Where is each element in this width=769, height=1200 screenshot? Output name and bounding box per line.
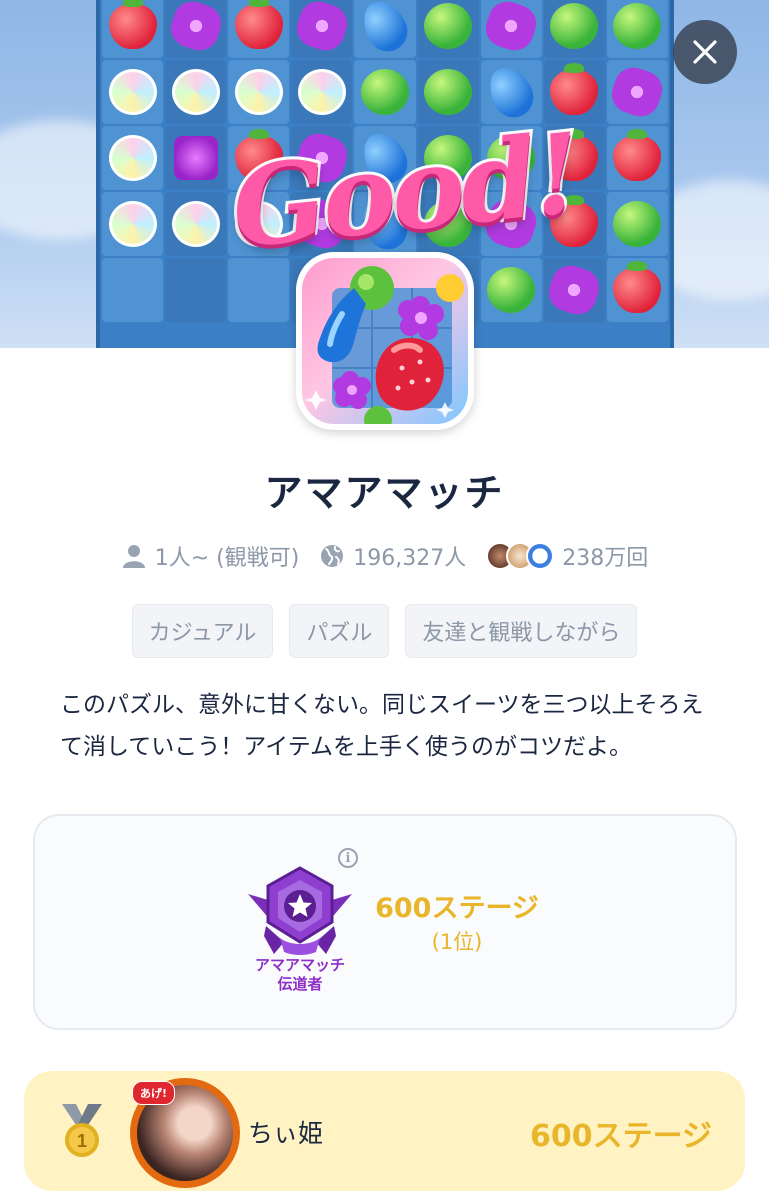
badge-label-line2: 伝道者 <box>277 975 323 993</box>
swirl-candy-icon <box>297 69 346 115</box>
purple-star-shield-icon <box>248 866 352 955</box>
tag-chip[interactable]: パズル <box>289 604 390 658</box>
bean-candy-icon <box>355 0 415 59</box>
board-cell <box>417 0 479 58</box>
person-icon <box>122 545 145 568</box>
candy-app-icon <box>302 258 468 424</box>
straw-candy-icon <box>550 63 599 115</box>
swirl-candy-icon <box>108 201 157 247</box>
board-cell <box>606 258 668 322</box>
lime-candy-icon <box>360 69 409 115</box>
board-cell <box>606 192 668 256</box>
board-cell <box>165 126 227 190</box>
tag-chip[interactable]: カジュアル <box>131 604 274 658</box>
board-cell <box>543 0 605 58</box>
flower-candy-icon <box>481 0 542 56</box>
plays-text: 238万回 <box>562 546 649 571</box>
board-cell <box>102 192 164 256</box>
board-cell <box>291 0 353 58</box>
flower-candy-icon <box>544 260 605 320</box>
badge-label: アマアマッチ 伝道者 <box>226 956 374 994</box>
users-info: 196,327人 <box>319 540 466 572</box>
board-cell <box>480 0 542 58</box>
app-icon <box>296 252 474 430</box>
board-cell <box>165 60 227 124</box>
avatar-badge: あげ! <box>132 1081 176 1105</box>
players-info: 1人~ (観戦可) <box>121 540 300 572</box>
medal-rank-number: 1 <box>77 1131 87 1151</box>
lime-candy-icon <box>613 201 662 247</box>
swirl-candy-icon <box>171 201 220 247</box>
gold-medal-1-icon: 1 <box>62 1104 102 1157</box>
game-meta-row: 1人~ (観戦可) 196,327人 238万回 <box>0 536 769 576</box>
players-text: 1人~ (観戦可) <box>154 546 300 571</box>
lime-candy-icon <box>424 3 473 49</box>
board-cell <box>606 60 668 124</box>
lime-candy-icon <box>424 69 473 115</box>
lime-candy-icon <box>550 3 599 49</box>
badge-label-line1: アマアマッチ <box>254 956 345 974</box>
close-icon <box>693 40 717 64</box>
board-cell <box>543 258 605 322</box>
board-cell <box>228 0 290 58</box>
board-cell <box>606 0 668 58</box>
straw-candy-icon <box>108 0 157 49</box>
board-cell <box>165 0 227 58</box>
lime-candy-icon <box>487 267 536 313</box>
board-cell <box>102 258 164 322</box>
swirl-candy-icon <box>234 69 283 115</box>
tag-chip[interactable]: 友達と観戦しながら <box>405 604 638 658</box>
globe-icon <box>321 545 344 567</box>
board-cell <box>354 60 416 124</box>
player-score: 600ステージ <box>529 1119 712 1154</box>
swirl-candy-icon <box>108 135 157 181</box>
users-text: 196,327人 <box>353 546 467 571</box>
board-cell <box>165 192 227 256</box>
board-cell <box>102 126 164 190</box>
flower-candy-icon <box>165 0 226 56</box>
flower-candy-icon <box>291 0 352 56</box>
board-cell <box>102 60 164 124</box>
lime-candy-icon <box>613 3 662 49</box>
viewer-avatar <box>526 542 555 570</box>
player-name: ちぃ姫 <box>248 1119 324 1148</box>
straw-candy-icon <box>234 0 283 49</box>
board-cell <box>480 258 542 322</box>
wrap-candy-icon <box>173 136 218 180</box>
achievement-stage: 600ステージ <box>375 893 539 924</box>
board-cell <box>165 258 227 322</box>
viewer-avatars <box>486 542 555 570</box>
swirl-candy-icon <box>171 69 220 115</box>
board-cell <box>102 0 164 58</box>
achievement-rank: (1位) <box>431 930 483 954</box>
board-cell <box>228 60 290 124</box>
plays-info: 238万回 <box>486 540 648 572</box>
game-title: アマアマッチ <box>264 471 505 515</box>
swirl-candy-icon <box>108 69 157 115</box>
game-description: このパズル、意外に甘くない。同じスイーツを三つ以上そろえて消していこう！アイテム… <box>60 692 704 760</box>
straw-candy-icon <box>613 129 662 181</box>
board-cell <box>291 60 353 124</box>
close-button[interactable] <box>673 20 737 84</box>
tag-list: カジュアル パズル 友達と観戦しながら <box>0 604 769 658</box>
straw-candy-icon <box>613 261 662 313</box>
board-cell <box>606 126 668 190</box>
flower-candy-icon <box>607 62 668 122</box>
board-cell <box>354 0 416 59</box>
